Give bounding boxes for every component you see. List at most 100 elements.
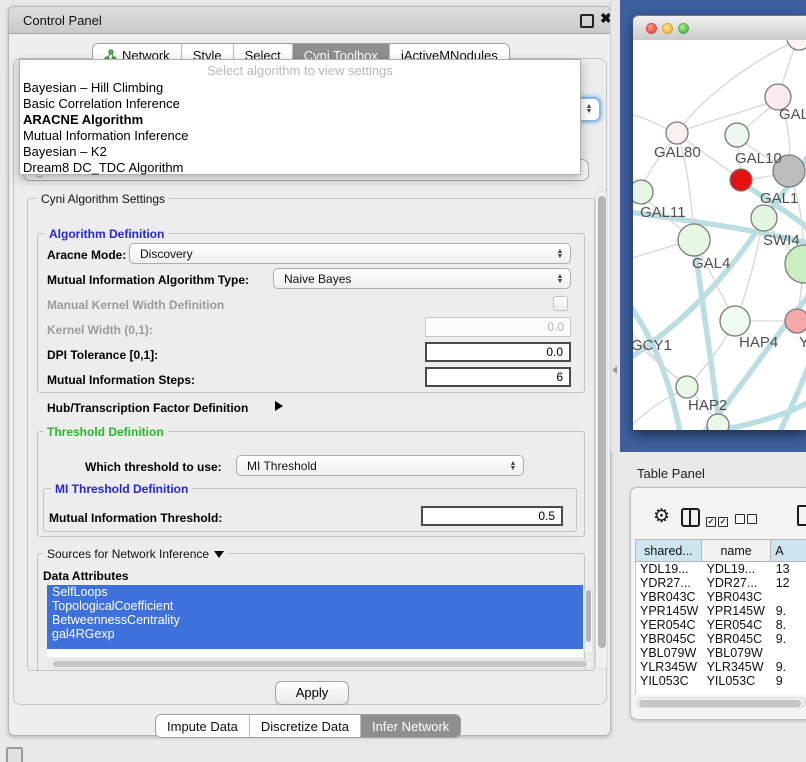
table-row[interactable]: YLR345WYLR345W9.: [636, 660, 806, 674]
table-cell: 9.: [772, 604, 806, 618]
network-node[interactable]: [751, 205, 777, 231]
table-row[interactable]: YBR045CYBR045C9.: [636, 632, 806, 646]
algorithm-option[interactable]: Bayesian – Hill Climbing: [20, 80, 580, 96]
mi-steps-field[interactable]: 6: [425, 367, 571, 387]
column-header-shared-name[interactable]: shared...: [635, 539, 702, 562]
which-threshold-combo[interactable]: MI Threshold ▲▼: [236, 455, 524, 476]
network-node[interactable]: [633, 180, 653, 204]
gear-icon[interactable]: ⚙: [653, 505, 670, 528]
minimize-traffic-light[interactable]: [662, 23, 673, 34]
network-node[interactable]: [785, 309, 806, 333]
cyni-settings-title: Cyni Algorithm Settings: [37, 192, 169, 206]
network-window-titlebar[interactable]: [633, 15, 806, 42]
network-node[interactable]: [785, 245, 806, 283]
attributes-scrollbar-thumb[interactable]: [586, 590, 591, 642]
table-hscrollbar-thumb[interactable]: [639, 700, 801, 707]
control-panel-titlebar[interactable]: Control Panel ✖: [9, 7, 610, 34]
network-node-label: GAL: [779, 106, 806, 123]
column-header-name[interactable]: name: [702, 539, 771, 562]
column-header-partial[interactable]: A: [771, 539, 806, 562]
attributes-hscrollbar-thumb[interactable]: [53, 661, 587, 667]
apply-button[interactable]: Apply: [275, 681, 349, 705]
network-node[interactable]: [720, 306, 750, 336]
table-panel-window: ⚙ ✓✓ shared... name A YDL19...YDL19...13…: [630, 487, 806, 720]
network-node-label: HAP4: [739, 334, 778, 351]
function-builder-icon[interactable]: [797, 505, 806, 526]
table-cell: [772, 590, 806, 604]
network-node[interactable]: [787, 40, 806, 50]
sources-title-text: Sources for Network Inference: [47, 547, 209, 561]
table-hscrollbar[interactable]: [636, 697, 806, 708]
data-attributes-list: SelfLoopsTopologicalCoefficientBetweenne…: [47, 585, 583, 657]
table-cell: YLR345W: [636, 660, 703, 674]
tab-infer-network[interactable]: Infer Network: [361, 715, 460, 737]
table-row[interactable]: YER054CYER054C8.: [636, 618, 806, 632]
columns-icon[interactable]: [681, 508, 700, 527]
manual-kernel-checkbox[interactable]: [553, 296, 568, 311]
table-cell: YER054C: [703, 618, 772, 632]
data-attribute-item[interactable]: BetweennessCentrality: [47, 613, 583, 627]
algorithm-dropdown-list: Bayesian – Hill ClimbingBasic Correlatio…: [20, 80, 580, 176]
table-row[interactable]: YDL19...YDL19...13: [636, 562, 806, 576]
table-row[interactable]: YIL053CYIL053C9: [636, 674, 806, 688]
algorithm-dropdown-popup: Select algorithm to view settings Bayesi…: [19, 59, 581, 175]
table-cell: YER054C: [636, 618, 703, 632]
network-node-label: HAP2: [688, 397, 727, 414]
data-attribute-item[interactable]: SelfLoops: [47, 585, 583, 599]
attributes-scrollbar[interactable]: [584, 587, 593, 655]
table-cell: YIL053C: [703, 674, 772, 688]
mi-type-combo[interactable]: Naive Bayes ▲▼: [273, 268, 571, 289]
kernel-width-field[interactable]: 0.0: [425, 317, 571, 337]
select-all-checkboxes-icon[interactable]: ✓✓: [706, 511, 730, 529]
stepper-icon: ▲▼: [506, 461, 520, 471]
tab-discretize-data[interactable]: Discretize Data: [250, 715, 361, 737]
algorithm-option[interactable]: ARACNE Algorithm: [20, 112, 580, 128]
settings-scrollbar[interactable]: [595, 191, 608, 669]
restore-panel-icon[interactable]: [6, 747, 23, 762]
expand-right-icon[interactable]: [275, 401, 283, 411]
sources-group-title[interactable]: Sources for Network Inference: [43, 547, 228, 561]
network-canvas[interactable]: GALGAL80GAL10GAL1GAL11SWI4GAL4GCY1HAP4YH…: [633, 40, 806, 430]
aracne-mode-combo[interactable]: Discovery ▲▼: [129, 243, 571, 264]
tab-impute-data[interactable]: Impute Data: [156, 715, 250, 737]
table-cell: YDL19...: [636, 562, 703, 576]
mi-threshold-field[interactable]: 0.5: [421, 506, 563, 526]
data-attribute-item[interactable]: [47, 641, 583, 649]
bottom-tabstrip: Impute Data Discretize Data Infer Networ…: [155, 714, 461, 738]
table-row[interactable]: YPR145WYPR145W9.: [636, 604, 806, 618]
algorithm-option[interactable]: Basic Correlation Inference: [20, 96, 580, 112]
table-cell: 9.: [772, 660, 806, 674]
network-node[interactable]: [730, 169, 752, 191]
network-node[interactable]: [666, 122, 688, 144]
attributes-hscrollbar[interactable]: [49, 659, 593, 669]
table-row[interactable]: YBR043CYBR043C: [636, 590, 806, 604]
settings-scrollbar-thumb[interactable]: [598, 196, 606, 648]
network-node[interactable]: [676, 376, 698, 398]
algorithm-option[interactable]: Mutual Information Inference: [20, 128, 580, 144]
hub-definition-label[interactable]: Hub/Transcription Factor Definition: [47, 401, 248, 415]
deselect-all-checkboxes-icon[interactable]: [735, 511, 759, 529]
close-traffic-light[interactable]: [646, 23, 657, 34]
zoom-traffic-light[interactable]: [678, 23, 689, 34]
table-row[interactable]: YDR27...YDR27...12: [636, 576, 806, 590]
mi-steps-label: Mutual Information Steps:: [47, 373, 195, 387]
collapse-down-icon: [214, 551, 224, 558]
network-node[interactable]: [678, 224, 710, 256]
table-cell: 9: [772, 674, 806, 688]
table-cell: YBL079W: [636, 646, 703, 660]
splitter-collapse-icon[interactable]: [612, 366, 617, 374]
table-cell: YBL079W: [703, 646, 772, 660]
dpi-tolerance-field[interactable]: 0.0: [425, 342, 571, 362]
float-panel-icon[interactable]: [580, 14, 594, 28]
algorithm-option[interactable]: Bayesian – K2: [20, 144, 580, 160]
aracne-mode-label: Aracne Mode:: [47, 248, 126, 262]
algorithm-option[interactable]: Dream8 DC_TDC Algorithm: [20, 160, 580, 176]
table-row[interactable]: YBL079WYBL079W: [636, 646, 806, 660]
data-attribute-item[interactable]: gal4RGexp: [47, 627, 583, 641]
table-panel-title: Table Panel: [637, 466, 705, 481]
network-node[interactable]: [725, 123, 749, 147]
data-attribute-item[interactable]: TopologicalCoefficient: [47, 599, 583, 613]
table-cell: YPR145W: [703, 604, 772, 618]
stepper-icon: ▲▼: [553, 249, 567, 259]
network-node[interactable]: [707, 414, 729, 430]
